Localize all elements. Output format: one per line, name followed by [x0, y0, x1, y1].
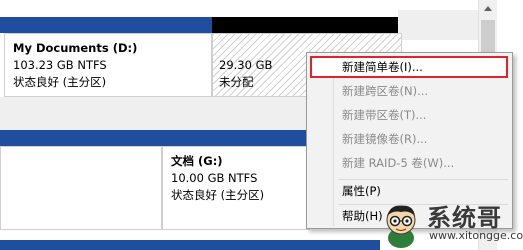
menu-item-new-raid5-volume[interactable]: 新建 RAID-5 卷(W)... [342, 152, 454, 174]
partition-g-status: 状态良好 (主分区) [171, 188, 265, 202]
lower-left-strip [0, 97, 310, 130]
partition-g-header-bar [162, 130, 310, 146]
site-logo: 系统哥 www.xitongge.com [373, 198, 523, 250]
partition-g-name: 文档 (G:) [171, 154, 223, 168]
unallocated-header-bar [212, 17, 398, 33]
partition-g[interactable]: 文档 (G:) 10.00 GB NTFS 状态良好 (主分区) [162, 146, 310, 230]
menu-item-new-mirrored-volume[interactable]: 新建镜像卷(R)... [342, 128, 427, 150]
bottom-bar [0, 240, 380, 250]
disk-strip-right [398, 10, 478, 40]
logo-title: 系统哥 [427, 204, 502, 232]
partition-g-size: 10.00 GB NTFS [171, 171, 258, 185]
partition-d-size: 103.23 GB NTFS [13, 58, 107, 72]
menu-icon-gutter [333, 55, 334, 226]
partition-d-header-bar [0, 17, 212, 33]
partition-left[interactable] [0, 146, 162, 230]
menu-item-new-simple-volume[interactable]: 新建简单卷(I)... [342, 56, 423, 78]
unallocated-size: 29.30 GB [219, 58, 273, 72]
scroll-up-arrow-icon [484, 6, 492, 11]
logo-url: www.xitongge.com [429, 229, 523, 242]
unallocated-status: 未分配 [219, 75, 254, 89]
menu-item-new-striped-volume[interactable]: 新建带区卷(T)... [342, 104, 426, 126]
scroll-up-button[interactable] [479, 0, 497, 17]
menu-item-new-spanned-volume[interactable]: 新建跨区卷(N)... [342, 80, 428, 102]
partition-d[interactable]: My Documents (D:) 103.23 GB NTFS 状态良好 (主… [4, 33, 212, 97]
partition-d-name: My Documents (D:) [13, 41, 138, 55]
mascot-icon [386, 205, 416, 248]
partition-left-header-bar [0, 130, 162, 146]
partition-d-status: 状态良好 (主分区) [13, 75, 107, 89]
